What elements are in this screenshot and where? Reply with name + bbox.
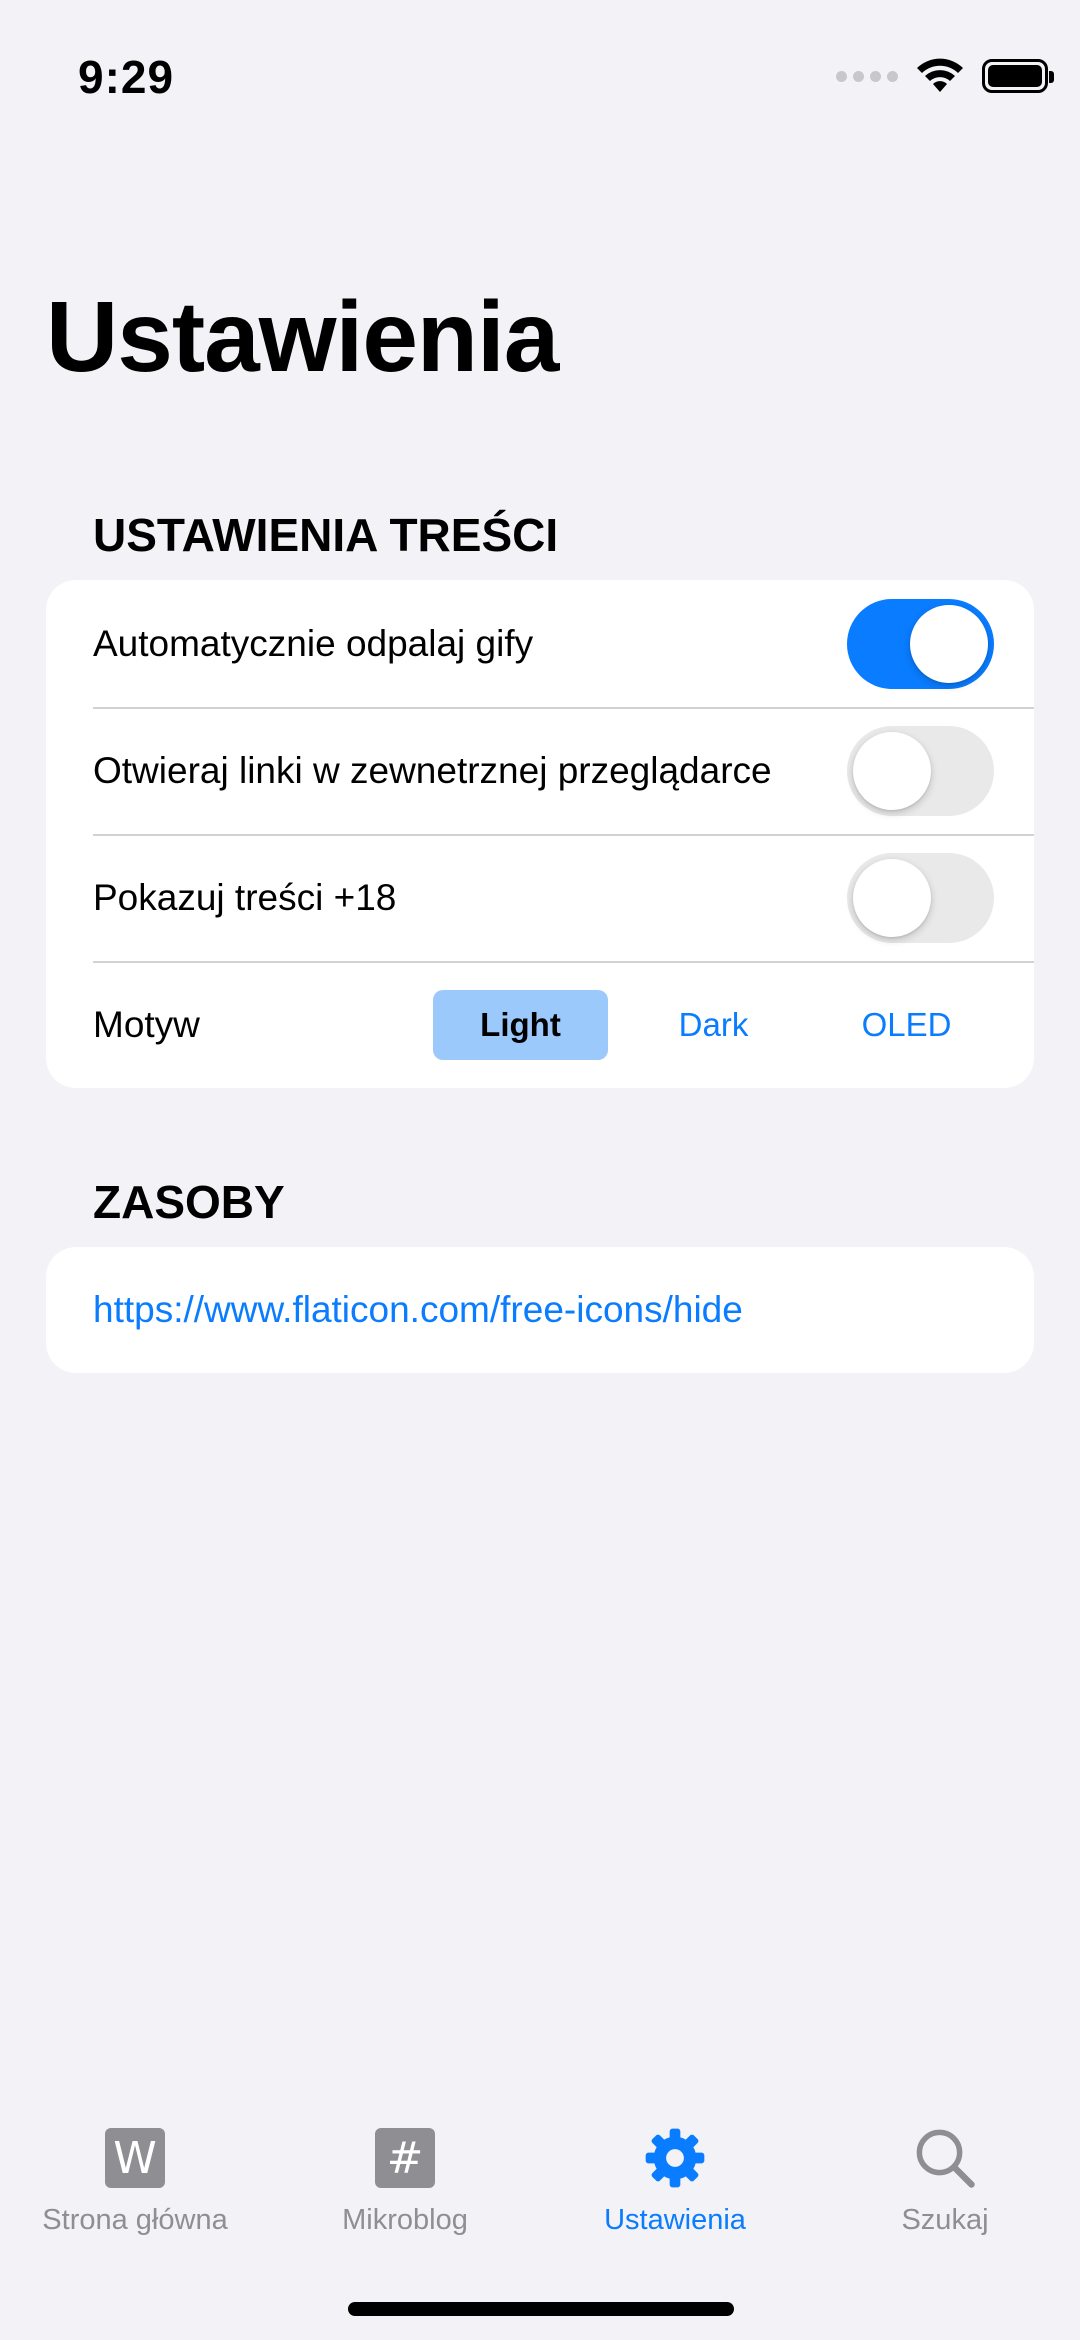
nsfw-content-row: Pokazuj treści +18 <box>46 834 1034 961</box>
external-browser-toggle[interactable] <box>847 725 994 816</box>
autoplay-gifs-toggle[interactable] <box>847 598 994 689</box>
external-browser-row: Otwieraj linki w zewnetrznej przeglądarc… <box>46 707 1034 834</box>
status-bar: 9:29 <box>0 0 1080 150</box>
tab-microblog-label: Mikroblog <box>342 2204 468 2236</box>
theme-option-light[interactable]: Light <box>433 989 608 1060</box>
external-browser-label: Otwieraj linki w zewnetrznej przeglądarc… <box>93 749 772 791</box>
cellular-signal-icon <box>836 70 898 82</box>
theme-option-dark[interactable]: Dark <box>626 990 801 1060</box>
tab-home-label: Strona główna <box>42 2204 228 2236</box>
content-settings-header: USTAWIENIA TREŚCI <box>93 509 559 561</box>
gear-icon <box>645 2128 705 2188</box>
theme-label: Motyw <box>93 1003 200 1045</box>
theme-option-oled[interactable]: OLED <box>819 990 994 1060</box>
autoplay-gifs-row: Automatycznie odpalaj gify <box>46 580 1034 707</box>
theme-segmented-control: Light Dark OLED <box>433 989 994 1060</box>
nsfw-content-toggle[interactable] <box>847 852 994 943</box>
page-title: Ustawienia <box>46 281 559 393</box>
wifi-icon <box>917 58 963 92</box>
theme-row: Motyw Light Dark OLED <box>46 961 1034 1088</box>
resources-card: https://www.flaticon.com/free-icons/hide <box>46 1247 1034 1373</box>
hashtag-icon: # <box>375 2128 435 2188</box>
search-icon <box>916 2129 975 2188</box>
flaticon-link[interactable]: https://www.flaticon.com/free-icons/hide <box>93 1289 743 1331</box>
settings-screen: 9:29 Ustawienia USTAWIENIA TREŚCI Automa… <box>0 0 1080 2340</box>
battery-icon <box>982 59 1054 93</box>
autoplay-gifs-label: Automatycznie odpalaj gify <box>93 622 534 664</box>
tab-search-label: Szukaj <box>901 2204 989 2236</box>
resources-header: ZASOBY <box>93 1176 285 1228</box>
home-indicator[interactable] <box>348 2302 734 2316</box>
status-indicators <box>836 58 1054 94</box>
nsfw-content-label: Pokazuj treści +18 <box>93 876 397 918</box>
tab-settings-label: Ustawienia <box>604 2204 746 2236</box>
tab-search[interactable]: Szukaj <box>810 2100 1080 2340</box>
tab-home[interactable]: W Strona główna <box>0 2100 270 2340</box>
wykop-w-icon: W <box>105 2128 165 2188</box>
status-time: 9:29 <box>78 51 175 103</box>
resource-link-row: https://www.flaticon.com/free-icons/hide <box>46 1247 1034 1373</box>
content-settings-card: Automatycznie odpalaj gify Otwieraj link… <box>46 580 1034 1088</box>
